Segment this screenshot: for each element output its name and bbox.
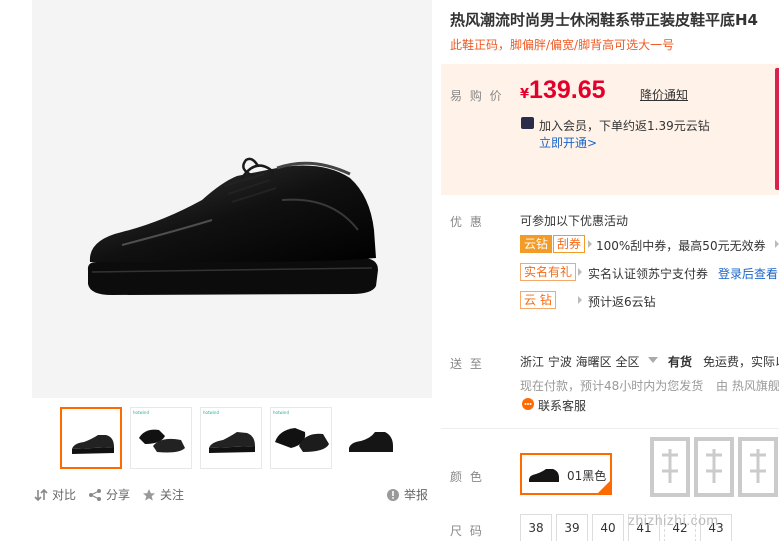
promo-item-text: 实名认证领苏宁支付券 [588, 267, 709, 281]
delivery-location-select[interactable]: 浙江 宁波 海曙区 全区 [520, 353, 639, 370]
shoe-pair-thumb-icon [139, 429, 185, 453]
promo-intro: 可参加以下优惠活动 [520, 214, 629, 228]
thumbnail-3[interactable]: hotwind [200, 407, 262, 469]
size-option-38[interactable]: 38 [520, 514, 552, 541]
share-button[interactable]: 分享 [88, 486, 130, 503]
size-label: 尺 码 [450, 524, 484, 538]
selected-check-icon [598, 481, 610, 493]
contact-service-link[interactable]: 联系客服 [538, 397, 586, 414]
price-number: 139.65 [529, 76, 606, 104]
vip-crown-icon [521, 117, 534, 129]
size-option-39[interactable]: 39 [556, 514, 588, 541]
caret-right-icon [775, 240, 779, 248]
shoe-thumb-icon [349, 432, 393, 452]
currency-symbol: ¥ [520, 87, 530, 102]
delivery-eta: 现在付款，预计48小时内为您发货 [520, 379, 704, 393]
login-to-view-link[interactable]: 登录后查看 [718, 265, 778, 282]
follow-label: 关注 [160, 488, 185, 502]
promo-item-text: 100%刮中券，最高50元无效券 [596, 239, 766, 253]
compare-label: 对比 [52, 488, 77, 502]
shoe-pair-thumb-icon [275, 428, 329, 452]
price-side-bar [775, 68, 779, 190]
delivery-label: 送 至 [450, 357, 484, 371]
vip-open-link[interactable]: 立即开通> [539, 134, 597, 151]
gallery-actions: 对比 分享 关注 举报 [32, 486, 432, 506]
shoe-thumb-icon [209, 432, 255, 453]
thumbnail-strip: hotwind hotwind hotwind [60, 407, 402, 471]
shoe-image [87, 157, 378, 295]
share-label: 分享 [106, 488, 131, 502]
star-icon [143, 488, 155, 501]
share-icon [89, 488, 101, 501]
price-value: ¥139.65 [520, 76, 606, 105]
shoe-swatch-icon [529, 469, 559, 482]
caret-right-icon [588, 240, 592, 248]
size-option-40[interactable]: 40 [592, 514, 624, 541]
thumbnail-1[interactable] [60, 407, 122, 469]
product-subtitle: 此鞋正码，脚偏胖/偏宽/脚背高可选大一号 [450, 38, 675, 52]
color-label: 颜 色 [450, 470, 484, 484]
thumbnail-4[interactable]: hotwind [270, 407, 332, 469]
main-product-image[interactable] [32, 0, 432, 398]
shoe-thumb-icon [72, 435, 114, 454]
promo-tag-yunzuan: 云钻 [520, 235, 553, 253]
shipping-info: 免运费，实际以 [703, 355, 779, 369]
site-watermark-logo [650, 437, 778, 497]
compare-icon [34, 488, 48, 501]
product-title: 热风潮流时尚男士休闲鞋系带正装皮鞋平底H4 [450, 11, 758, 29]
price-label: 易 购 价 [450, 89, 504, 103]
caret-right-icon [578, 268, 582, 276]
chevron-down-icon [648, 357, 658, 363]
promo-item-text: 预计返6云钻 [588, 295, 656, 309]
thumbnail-5[interactable] [340, 407, 402, 469]
promo-tag-realname: 实名有礼 [520, 263, 577, 281]
vip-promo-text: 加入会员，下单约返1.39元云钻 [539, 119, 710, 133]
promo-tag-yunzuan-2: 云 钻 [520, 291, 556, 309]
promo-tag-guaquan: 刮券 [553, 235, 586, 253]
customer-service-icon [522, 398, 534, 410]
report-button[interactable]: 举报 [386, 486, 428, 503]
warning-icon [387, 488, 399, 501]
follow-button[interactable]: 关注 [142, 486, 184, 503]
color-option-black[interactable]: 01黑色 [520, 453, 612, 495]
compare-button[interactable]: 对比 [34, 486, 76, 503]
promo-label: 优 惠 [450, 215, 484, 229]
seller-info: 由 热风旗舰 [716, 379, 779, 393]
stock-status: 有货 [668, 355, 693, 369]
thumbnail-2[interactable]: hotwind [130, 407, 192, 469]
caret-right-icon [578, 296, 582, 304]
section-divider [441, 428, 779, 429]
price-drop-notify-link[interactable]: 降价通知 [640, 86, 688, 103]
watermark-text: zhizhizhi.com [628, 512, 719, 528]
report-label: 举报 [404, 488, 429, 502]
